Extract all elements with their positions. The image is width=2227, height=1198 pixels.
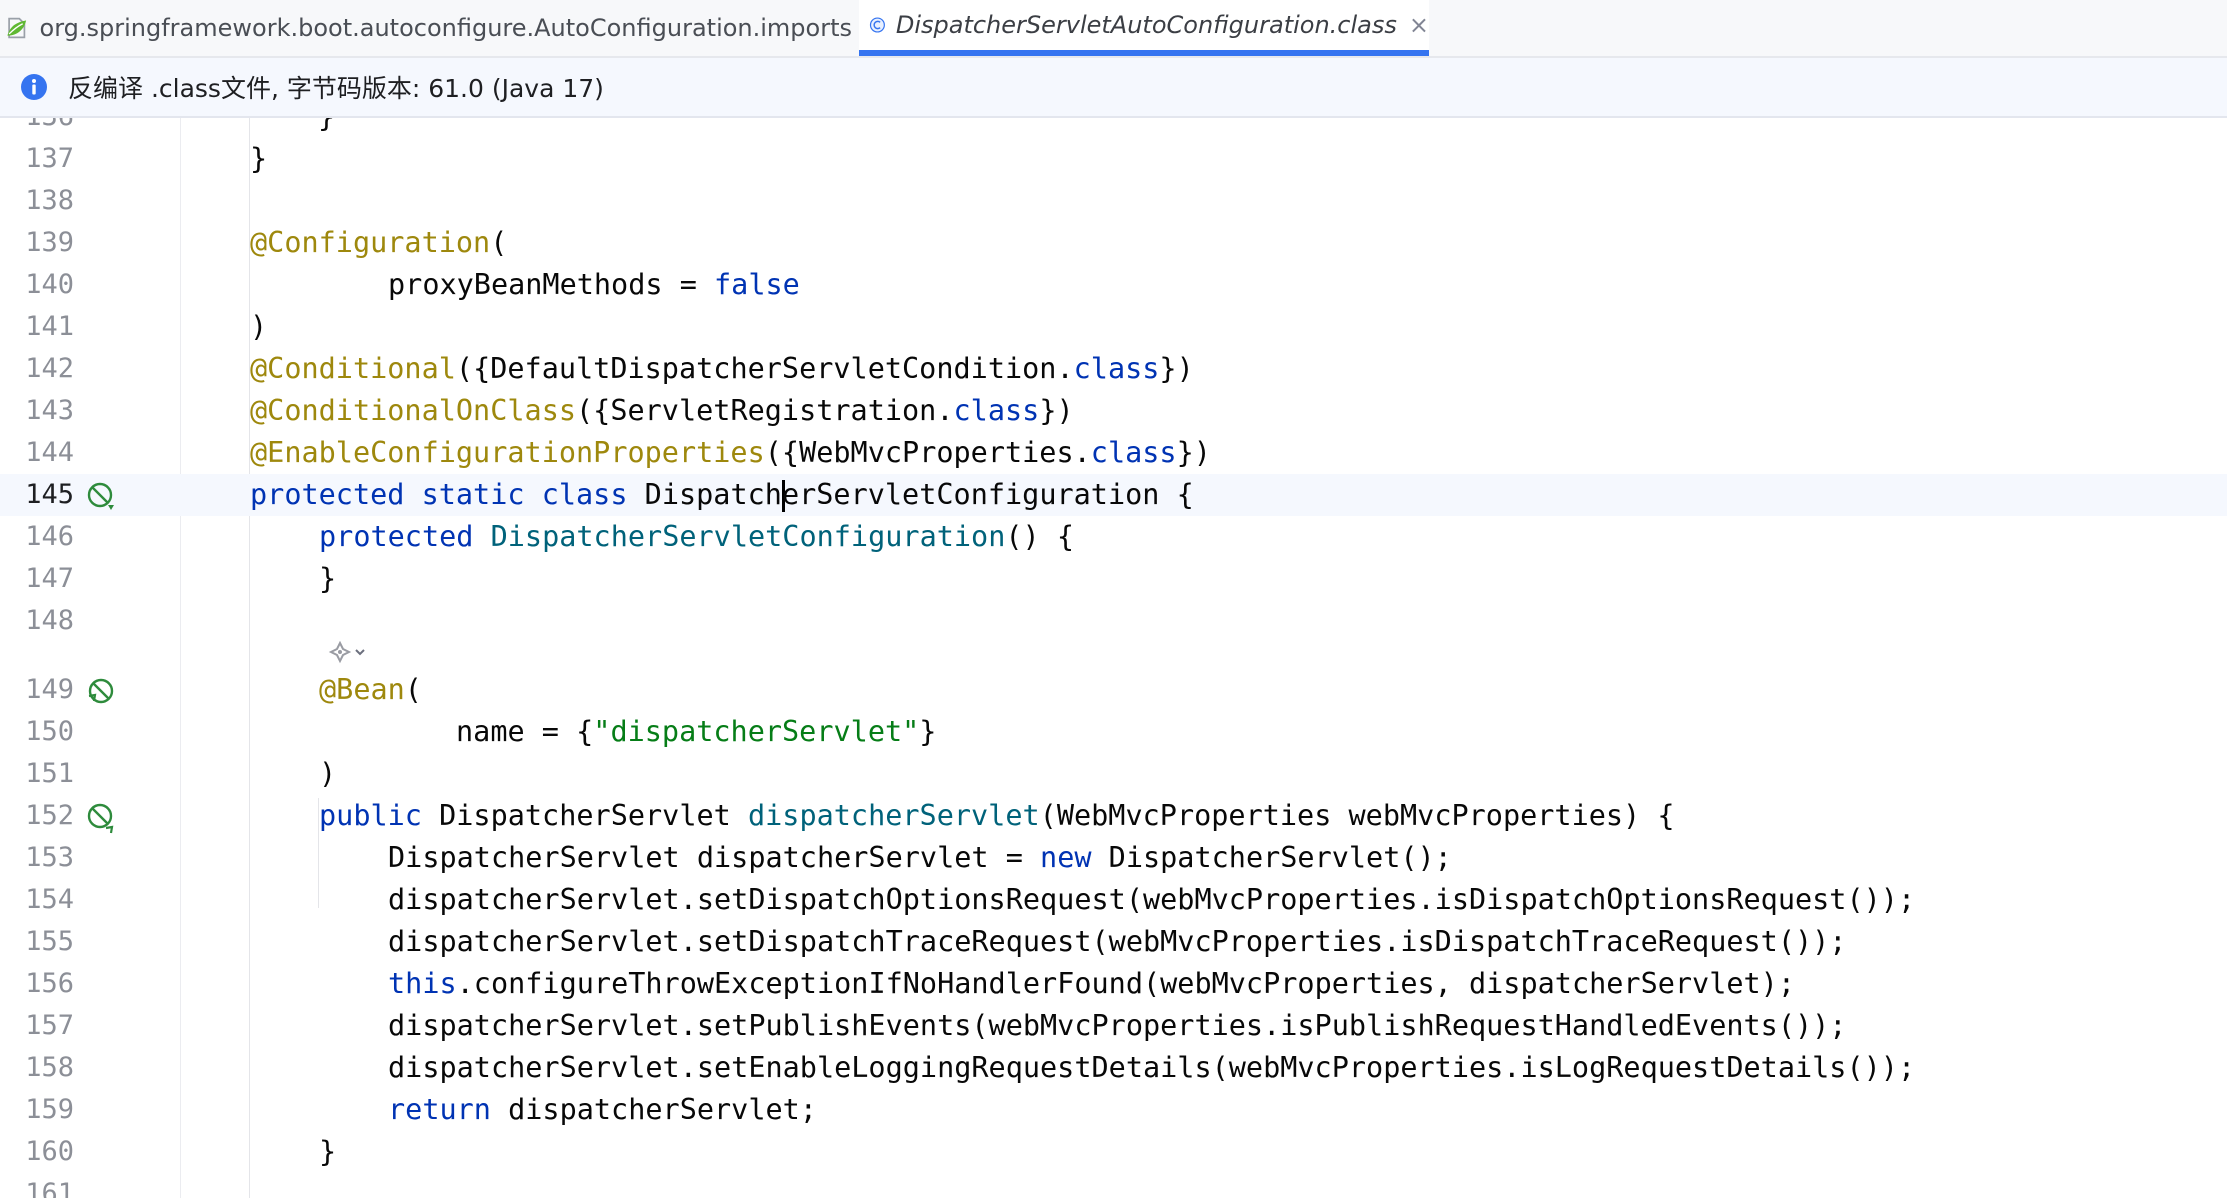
code-text: dispatcherServlet.setDispatchTraceReques… [388, 925, 1847, 958]
code-text: } [319, 1135, 337, 1168]
spring-file-icon [7, 17, 27, 39]
code-text: return dispatcherServlet; [388, 1093, 817, 1126]
line-number: 151 [25, 758, 74, 789]
code-text: name = {"dispatcherServlet"} [456, 715, 937, 748]
line-number: 137 [25, 143, 74, 174]
line-number: 139 [25, 227, 74, 258]
code-line[interactable]: 137 } [0, 138, 2227, 180]
code-line[interactable]: 149 @Bean( [0, 669, 2227, 711]
code-line[interactable]: 144 @EnableConfigurationProperties({WebM… [0, 432, 2227, 474]
code-text: public DispatcherServlet dispatcherServl… [319, 799, 1675, 832]
line-number: 145 [25, 479, 74, 510]
code-text: @Bean( [319, 673, 422, 706]
decompiled-info-banner: 反编译 .class文件, 字节码版本: 61.0 (Java 17) [0, 58, 2227, 118]
code-line[interactable]: 156 this.configureThrowExceptionIfNoHand… [0, 963, 2227, 1005]
line-number: 161 [25, 1178, 74, 1198]
code-line[interactable]: 160 } [0, 1131, 2227, 1173]
code-text: DispatcherServlet dispatcherServlet = ne… [388, 841, 1452, 874]
tab-dispatcherservlet-autoconfiguration[interactable]: DispatcherServletAutoConfiguration.class… [859, 0, 1429, 56]
code-line[interactable]: 159 return dispatcherServlet; [0, 1089, 2227, 1131]
code-line[interactable]: 153 DispatcherServlet dispatcherServlet … [0, 837, 2227, 879]
editor-tab-bar: org.springframework.boot.autoconfigure.A… [0, 0, 2227, 58]
code-line[interactable]: 158 dispatcherServlet.setEnableLoggingRe… [0, 1047, 2227, 1089]
line-number: 159 [25, 1094, 74, 1125]
code-line[interactable]: 161 [0, 1173, 2227, 1198]
line-number: 156 [25, 968, 74, 999]
code-line[interactable]: 138 [0, 180, 2227, 222]
bean-no-usages-icon[interactable] [86, 481, 118, 513]
line-number: 142 [25, 353, 74, 384]
tab-label: org.springframework.boot.autoconfigure.A… [39, 14, 852, 42]
code-line-current[interactable]: 145 protected static class DispatcherSer… [0, 474, 2227, 516]
line-number: 141 [25, 311, 74, 342]
bean-method-icon[interactable] [86, 802, 118, 834]
code-text: @EnableConfigurationProperties({WebMvcPr… [250, 436, 1211, 469]
code-line[interactable]: 143 @ConditionalOnClass({ServletRegistra… [0, 390, 2227, 432]
line-number: 144 [25, 437, 74, 468]
line-number: 152 [25, 800, 74, 831]
line-number: 143 [25, 395, 74, 426]
close-icon[interactable]: × [1409, 11, 1429, 39]
code-text: @Configuration( [250, 226, 508, 259]
class-c-icon [869, 17, 885, 33]
code-line[interactable]: 157 dispatcherServlet.setPublishEvents(w… [0, 1005, 2227, 1047]
line-number: 149 [25, 674, 74, 705]
line-number: 153 [25, 842, 74, 873]
line-number: 154 [25, 884, 74, 915]
info-icon [21, 74, 47, 100]
code-text: @ConditionalOnClass({ServletRegistration… [250, 394, 1074, 427]
code-text: ) [319, 757, 337, 790]
line-number: 148 [25, 605, 74, 636]
code-line[interactable]: 147 } [0, 558, 2227, 600]
code-line[interactable]: 150 name = {"dispatcherServlet"} [0, 711, 2227, 753]
code-line[interactable]: 146 protected DispatcherServletConfigura… [0, 516, 2227, 558]
bean-navigate-icon[interactable] [86, 676, 118, 708]
code-line[interactable]: 140 proxyBeanMethods = false [0, 264, 2227, 306]
banner-text: 反编译 .class文件, 字节码版本: 61.0 (Java 17) [68, 74, 604, 103]
ai-assistant-hint[interactable] [326, 637, 382, 673]
code-text: dispatcherServlet.setPublishEvents(webMv… [388, 1009, 1847, 1042]
code-text: } [319, 562, 337, 595]
ai-assistant-hint-icon [328, 640, 365, 664]
code-line[interactable]: 152 public DispatcherServlet dispatcherS… [0, 795, 2227, 837]
code-line[interactable]: 154 dispatcherServlet.setDispatchOptions… [0, 879, 2227, 921]
tab-autoconfiguration-imports[interactable]: org.springframework.boot.autoconfigure.A… [0, 0, 852, 56]
line-number: 155 [25, 926, 74, 957]
code-line[interactable]: 151 ) [0, 753, 2227, 795]
code-text: } [318, 118, 335, 136]
code-line[interactable]: 148 [0, 600, 2227, 642]
line-number: 158 [25, 1052, 74, 1083]
code-line[interactable]: 139 @Configuration( [0, 222, 2227, 264]
code-text: ) [250, 310, 268, 343]
code-text: proxyBeanMethods = false [388, 268, 800, 301]
line-number: 150 [25, 716, 74, 747]
code-text: protected DispatcherServletConfiguration… [319, 520, 1075, 553]
code-text: @Conditional({DefaultDispatcherServletCo… [250, 352, 1194, 385]
code-text: this.configureThrowExceptionIfNoHandlerF… [388, 967, 1795, 1000]
code-text: dispatcherServlet.setDispatchOptionsRequ… [388, 883, 1916, 916]
tab-label: DispatcherServletAutoConfiguration.class [895, 11, 1397, 39]
code-line[interactable]: 136 } [0, 118, 2227, 138]
code-editor[interactable]: 136 } 137 } 138 139 @Configuration( 140 … [0, 118, 2227, 1198]
line-number: 157 [25, 1010, 74, 1041]
code-line[interactable]: 142 @Conditional({DefaultDispatcherServl… [0, 348, 2227, 390]
code-text: protected static class DispatcherServlet… [250, 478, 1194, 512]
line-number: 138 [25, 185, 74, 216]
line-number: 136 [0, 118, 74, 136]
line-number: 140 [25, 269, 74, 300]
line-number: 147 [25, 563, 74, 594]
code-text: } [250, 142, 268, 175]
code-text: dispatcherServlet.setEnableLoggingReques… [388, 1051, 1916, 1084]
code-line[interactable]: 155 dispatcherServlet.setDispatchTraceRe… [0, 921, 2227, 963]
code-line[interactable]: 141 ) [0, 306, 2227, 348]
line-number: 160 [25, 1136, 74, 1167]
line-number: 146 [25, 521, 74, 552]
